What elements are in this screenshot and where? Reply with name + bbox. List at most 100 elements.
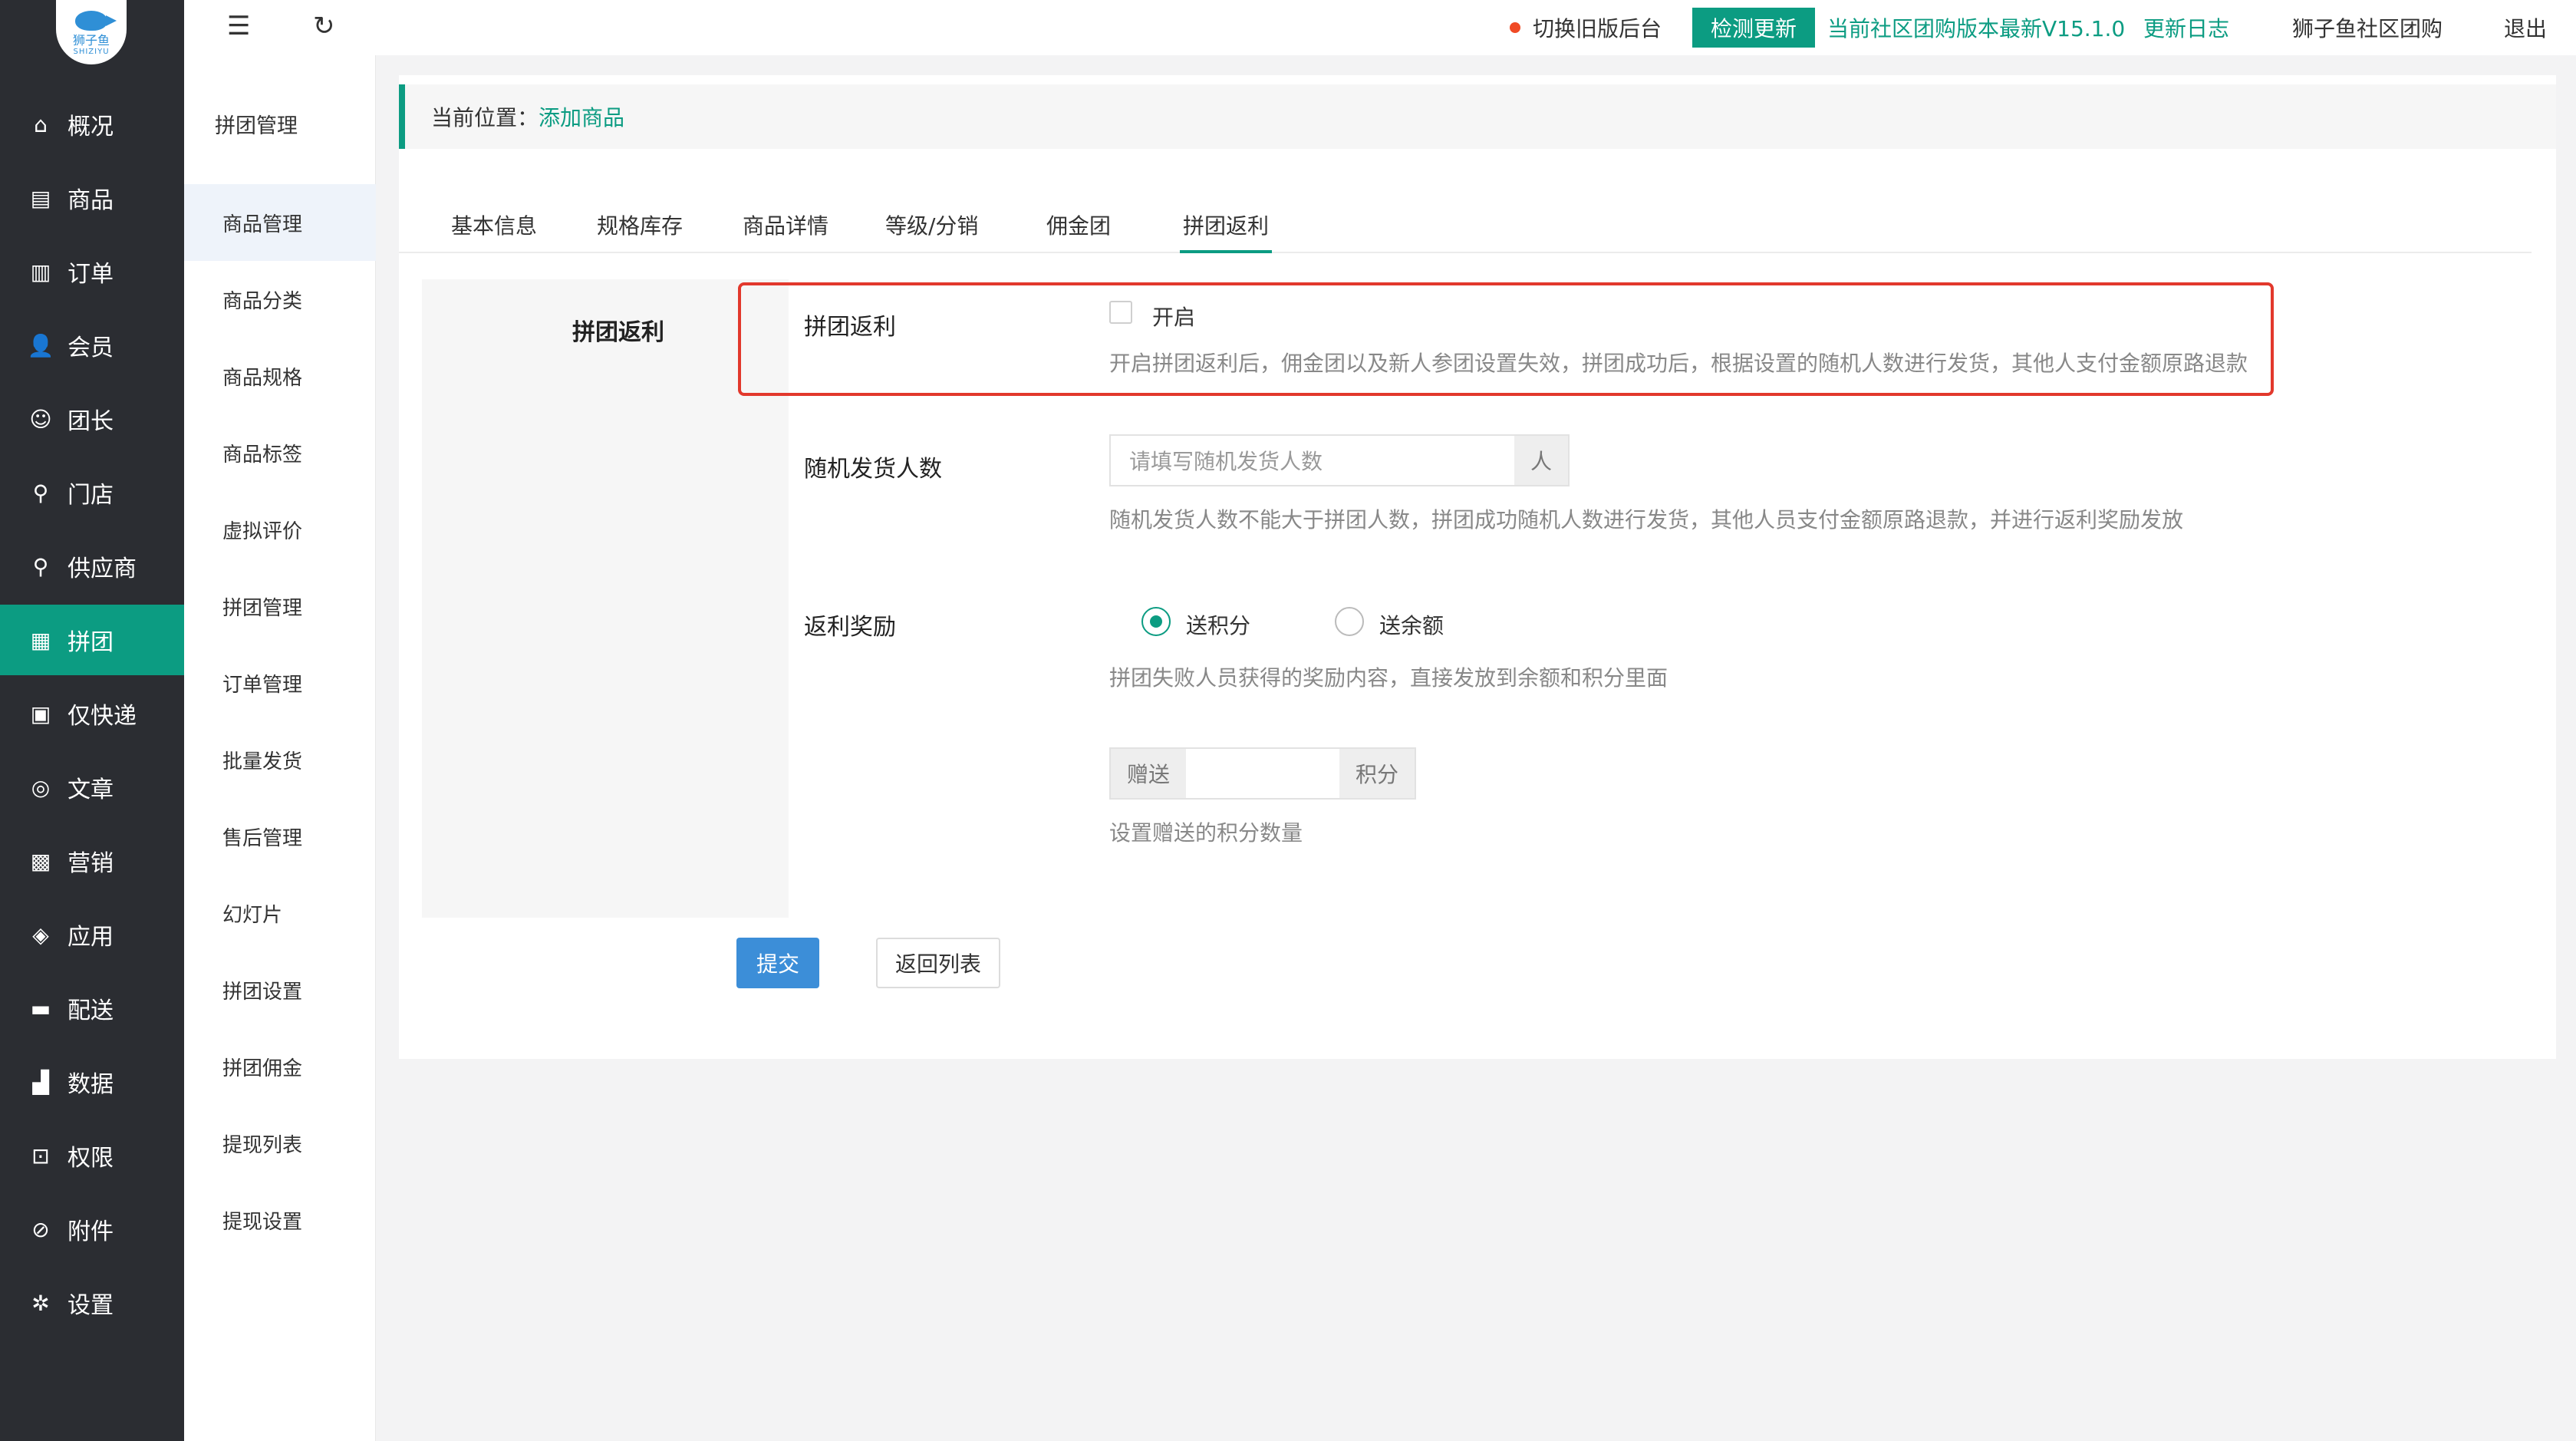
gift-icon: ▩ bbox=[30, 848, 51, 874]
check-update-button[interactable]: 检测更新 bbox=[1692, 8, 1816, 48]
nav-item-label: 会员 bbox=[68, 335, 114, 361]
subnav-item-virtual-review[interactable]: 虚拟评价 bbox=[184, 491, 376, 568]
nav-item-label: 概况 bbox=[68, 114, 114, 140]
rebate-enable-label[interactable]: 开启 bbox=[1152, 301, 1195, 331]
fish-logo-icon bbox=[75, 11, 117, 31]
tab-group-rebate[interactable]: 拼团返利 bbox=[1180, 206, 1272, 253]
nav-item-store[interactable]: ⚲ 门店 bbox=[0, 457, 184, 528]
nav-item-member[interactable]: 👤 会员 bbox=[0, 310, 184, 381]
tab-bar: 基本信息 规格库存 商品详情 等级/分销 佣金团 拼团返利 bbox=[399, 206, 2532, 253]
member-icon: 👤 bbox=[27, 332, 54, 358]
nav-item-supplier[interactable]: ⚲ 供应商 bbox=[0, 531, 184, 602]
nav-item-label: 仅快递 bbox=[68, 703, 137, 730]
random-count-label: 随机发货人数 bbox=[804, 456, 942, 483]
nav-item-label: 文章 bbox=[68, 777, 114, 803]
subnav-item-product-tag[interactable]: 商品标签 bbox=[184, 414, 376, 491]
nav-item-group-buy[interactable]: ▦ 拼团 bbox=[0, 605, 184, 675]
reward-amount-help: 设置赠送的积分数量 bbox=[1109, 820, 1303, 846]
nav-item-product[interactable]: ▤ 商品 bbox=[0, 163, 184, 233]
submit-button[interactable]: 提交 bbox=[736, 938, 819, 988]
subnav-item-withdraw-list[interactable]: 提现列表 bbox=[184, 1105, 376, 1182]
subnav-item-group-commission[interactable]: 拼团佣金 bbox=[184, 1028, 376, 1105]
nav-item-label: 权限 bbox=[68, 1145, 114, 1172]
nav-item-settings[interactable]: ✲ 设置 bbox=[0, 1268, 184, 1338]
nav-item-attachment[interactable]: ⊘ 附件 bbox=[0, 1194, 184, 1265]
nav-item-label: 门店 bbox=[68, 482, 114, 509]
top-bar: ☰ ↻ 切换旧版后台 检测更新 当前社区团购版本最新V15.1.0 更新日志 狮… bbox=[184, 0, 2576, 55]
left-nav: 狮子鱼 SHIZIYU ⌂ 概况 ▤ 商品 ▥ 订单 👤 会员 ☺ 团长 ⚲ 门… bbox=[0, 0, 184, 1441]
nav-item-marketing[interactable]: ▩ 营销 bbox=[0, 826, 184, 896]
tab-level-distribution[interactable]: 等级/分销 bbox=[885, 206, 978, 253]
home-icon: ⌂ bbox=[34, 111, 48, 137]
rebate-enable-checkbox[interactable] bbox=[1109, 301, 1132, 324]
nav-item-label: 配送 bbox=[68, 997, 114, 1024]
subnav-item-group-manage[interactable]: 拼团管理 bbox=[184, 568, 376, 645]
nav-item-label: 数据 bbox=[68, 1071, 114, 1098]
subnav-item-slideshow[interactable]: 幻灯片 bbox=[184, 875, 376, 951]
reward-balance-label[interactable]: 送余额 bbox=[1379, 609, 1444, 640]
random-count-unit: 人 bbox=[1514, 436, 1568, 485]
subnav-title: 拼团管理 bbox=[215, 114, 298, 138]
tab-commission-group[interactable]: 佣金团 bbox=[1046, 206, 1111, 253]
nav-item-label: 设置 bbox=[68, 1292, 114, 1319]
breadcrumb-current[interactable]: 添加商品 bbox=[539, 101, 624, 132]
changelog-link[interactable]: 更新日志 bbox=[2143, 0, 2229, 55]
subnav-item-batch-ship[interactable]: 批量发货 bbox=[184, 721, 376, 798]
status-dot-icon bbox=[1510, 22, 1520, 33]
subnav-item-product-category[interactable]: 商品分类 bbox=[184, 261, 376, 338]
logout-link[interactable]: 退出 bbox=[2504, 0, 2547, 55]
lock-icon: ⊡ bbox=[31, 1143, 50, 1169]
reward-amount-prefix: 赠送 bbox=[1111, 749, 1186, 798]
store-icon: ⚲ bbox=[32, 480, 49, 506]
tab-basic-info[interactable]: 基本信息 bbox=[451, 206, 537, 253]
sub-nav: 拼团管理 商品管理 商品分类 商品规格 商品标签 虚拟评价 拼团管理 订单管理 … bbox=[184, 0, 376, 1441]
subnav-item-product-manage[interactable]: 商品管理 bbox=[184, 184, 376, 261]
reward-points-label[interactable]: 送积分 bbox=[1186, 609, 1250, 640]
nav-item-label: 营销 bbox=[68, 850, 114, 877]
reward-amount-suffix: 积分 bbox=[1339, 749, 1415, 798]
nav-item-delivery[interactable]: ▬ 配送 bbox=[0, 973, 184, 1044]
order-icon: ▥ bbox=[30, 259, 51, 285]
subnav-item-withdraw-settings[interactable]: 提现设置 bbox=[184, 1182, 376, 1258]
chart-icon: ▟ bbox=[32, 1069, 49, 1095]
subnav-item-product-spec[interactable]: 商品规格 bbox=[184, 338, 376, 414]
brand-logo[interactable]: 狮子鱼 SHIZIYU bbox=[56, 0, 127, 64]
link-icon: ⊘ bbox=[31, 1216, 50, 1242]
reward-balance-radio[interactable] bbox=[1335, 607, 1364, 636]
menu-toggle-icon[interactable]: ☰ bbox=[227, 11, 250, 41]
nav-item-label: 附件 bbox=[68, 1218, 114, 1245]
nav-item-app[interactable]: ◈ 应用 bbox=[0, 899, 184, 970]
version-text: 当前社区团购版本最新V15.1.0 bbox=[1827, 16, 2126, 41]
nav-item-overview[interactable]: ⌂ 概况 bbox=[0, 89, 184, 160]
nav-item-leader[interactable]: ☺ 团长 bbox=[0, 384, 184, 454]
article-icon: ◎ bbox=[31, 774, 51, 800]
subnav-item-order-manage[interactable]: 订单管理 bbox=[184, 645, 376, 721]
nav-item-label: 订单 bbox=[68, 261, 114, 288]
shop-name[interactable]: 狮子鱼社区团购 bbox=[2292, 0, 2443, 55]
nav-item-order[interactable]: ▥ 订单 bbox=[0, 236, 184, 307]
subnav-item-after-sales[interactable]: 售后管理 bbox=[184, 798, 376, 875]
back-to-list-button[interactable]: 返回列表 bbox=[876, 938, 1000, 988]
nav-item-data[interactable]: ▟ 数据 bbox=[0, 1047, 184, 1117]
refresh-icon[interactable]: ↻ bbox=[313, 11, 335, 41]
gear-icon: ✲ bbox=[31, 1290, 50, 1316]
reward-points-radio[interactable] bbox=[1141, 607, 1171, 636]
nav-item-label: 团长 bbox=[68, 408, 114, 435]
highlight-box bbox=[738, 282, 2274, 396]
tab-spec-stock[interactable]: 规格库存 bbox=[597, 206, 683, 253]
leader-icon: ☺ bbox=[29, 406, 52, 432]
reward-amount-input[interactable] bbox=[1186, 749, 1339, 798]
nav-item-article[interactable]: ◎ 文章 bbox=[0, 752, 184, 823]
product-icon: ▤ bbox=[30, 185, 51, 211]
random-count-input[interactable]: 请填写随机发货人数 bbox=[1111, 436, 1514, 485]
breadcrumb: 当前位置： 添加商品 bbox=[399, 84, 2556, 149]
switch-old-admin[interactable]: 切换旧版后台 bbox=[1510, 0, 1662, 55]
subnav-item-group-settings[interactable]: 拼团设置 bbox=[184, 951, 376, 1028]
nav-item-express[interactable]: ▣ 仅快递 bbox=[0, 678, 184, 749]
random-count-group: 请填写随机发货人数 人 bbox=[1109, 434, 1570, 486]
logo-subtext: SHIZIYU bbox=[73, 48, 110, 56]
reward-help: 拼团失败人员获得的奖励内容，直接发放到余额和积分里面 bbox=[1109, 665, 1668, 691]
reward-label: 返利奖励 bbox=[804, 614, 896, 641]
tab-product-detail[interactable]: 商品详情 bbox=[743, 206, 828, 253]
nav-item-permission[interactable]: ⊡ 权限 bbox=[0, 1120, 184, 1191]
